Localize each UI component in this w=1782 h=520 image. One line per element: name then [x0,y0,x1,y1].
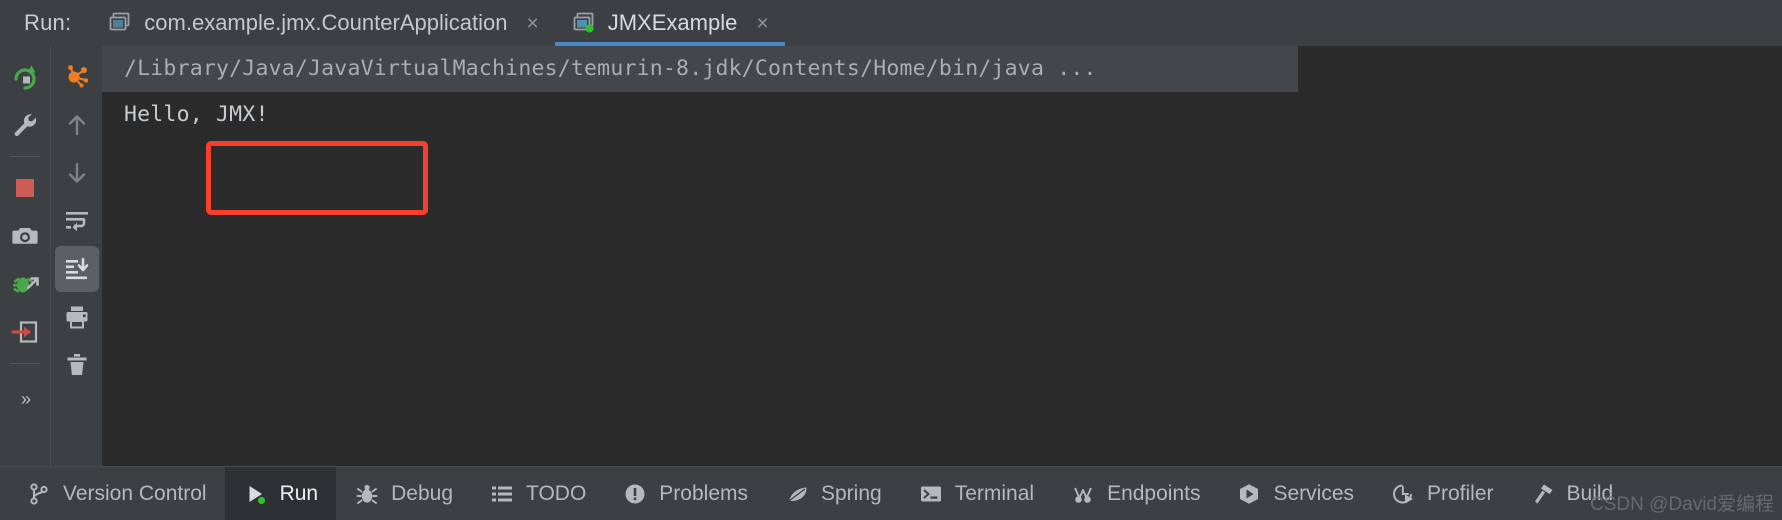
toolbar-overflow-button[interactable]: » [21,389,31,422]
endpoints-icon [1070,481,1096,507]
sidebar-item-services[interactable]: Services [1218,467,1372,520]
scroll-to-end-icon [63,255,91,283]
run-actions-toolbar: » [0,46,50,422]
close-icon[interactable]: × [756,13,768,34]
sidebar-item-label: Problems [659,481,748,505]
tab-title: JMXExample [607,10,738,35]
close-icon[interactable]: × [526,13,538,34]
arrow-into-box-icon [11,318,39,346]
stop-square-icon [11,174,39,202]
sidebar-item-label: Endpoints [1107,481,1201,505]
sidebar-item-label: Terminal [954,481,1035,505]
run-body: » /Library/Java/JavaVirtualMachines/temu… [0,46,1782,422]
console-output-line: Hello, JMX! [124,102,269,127]
sidebar-item-label: TODO [526,481,587,505]
run-label: Run: [24,10,72,35]
trash-icon [63,351,91,379]
hammer-icon [1530,481,1556,507]
toolbar-divider [10,363,40,364]
run-tool-window: Run: com.example.jmx.CounterApplication … [0,0,1782,520]
sidebar-item-label: Debug [391,481,453,505]
print-button[interactable] [55,294,99,340]
console-command-line: /Library/Java/JavaVirtualMachines/temuri… [102,46,1298,92]
sidebar-item-problems[interactable]: Problems [604,467,766,520]
toolbar-divider [10,156,40,157]
sidebar-item-build[interactable]: Build [1512,467,1632,520]
next-occurrence-button[interactable] [55,150,99,196]
sidebar-item-version-control[interactable]: Version Control [0,467,225,520]
arrow-up-icon [63,111,91,139]
bug-arrow-icon [11,270,39,298]
sidebar-item-endpoints[interactable]: Endpoints [1052,467,1218,520]
import-button[interactable] [3,309,47,355]
tab-jmxexample[interactable]: JMXExample × [554,0,785,46]
soft-wrap-icon [63,207,91,235]
sidebar-item-terminal[interactable]: Terminal [900,467,1052,520]
run-tab-header: Run: com.example.jmx.CounterApplication … [0,0,1782,46]
tool-window-bar: Version Control Run Debug TODO Problems … [0,466,1782,520]
spring-leaf-icon [784,481,810,507]
tab-title: com.example.jmx.CounterApplication [144,10,508,35]
left-toolbar-foot [0,422,50,466]
sidebar-item-label: Spring [821,481,882,505]
tab-counter-application[interactable]: com.example.jmx.CounterApplication × [91,0,554,46]
clear-all-button[interactable] [55,342,99,388]
attach-debugger-button[interactable] [3,261,47,307]
arrow-down-icon [63,159,91,187]
exclamation-circle-icon [622,481,648,507]
wrench-icon [11,111,39,139]
sidebar-item-todo[interactable]: TODO [471,467,604,520]
printer-icon [63,303,91,331]
rerun-icon [10,62,40,92]
soft-wrap-button[interactable] [55,198,99,244]
sidebar-item-spring[interactable]: Spring [766,467,900,520]
sidebar-item-profiler[interactable]: Profiler [1372,467,1512,520]
stop-button[interactable] [3,165,47,211]
output-highlight-box [206,141,428,215]
run-config-icon [571,10,597,36]
profiler-icon [1390,481,1416,507]
sidebar-item-run[interactable]: Run [224,467,337,520]
bug-icon [354,481,380,507]
list-icon [489,481,515,507]
run-config-icon [107,10,133,36]
services-icon [1236,481,1262,507]
sidebar-item-label: Services [1273,481,1354,505]
rerun-button[interactable] [3,54,47,100]
right-toolbar-foot [50,422,102,466]
sidebar-item-debug[interactable]: Debug [336,467,471,520]
sidebar-item-label: Run [279,481,319,505]
sidebar-item-label: Version Control [63,481,207,505]
play-green-dot-icon [243,481,269,507]
console-actions-toolbar [50,46,102,422]
screenshot-button[interactable] [3,213,47,259]
sidebar-item-label: Profiler [1427,481,1494,505]
camera-icon [11,222,39,250]
analyze-threads-button[interactable] [55,54,99,100]
previous-occurrence-button[interactable] [55,102,99,148]
edit-configuration-button[interactable] [3,102,47,148]
scroll-to-end-button[interactable] [54,246,99,292]
bottom-gap [0,422,1782,466]
orange-molecule-icon [62,62,92,92]
terminal-icon [918,481,944,507]
console-output[interactable]: /Library/Java/JavaVirtualMachines/temuri… [102,46,1782,422]
branch-icon [26,481,52,507]
sidebar-item-label: Build [1566,481,1614,505]
